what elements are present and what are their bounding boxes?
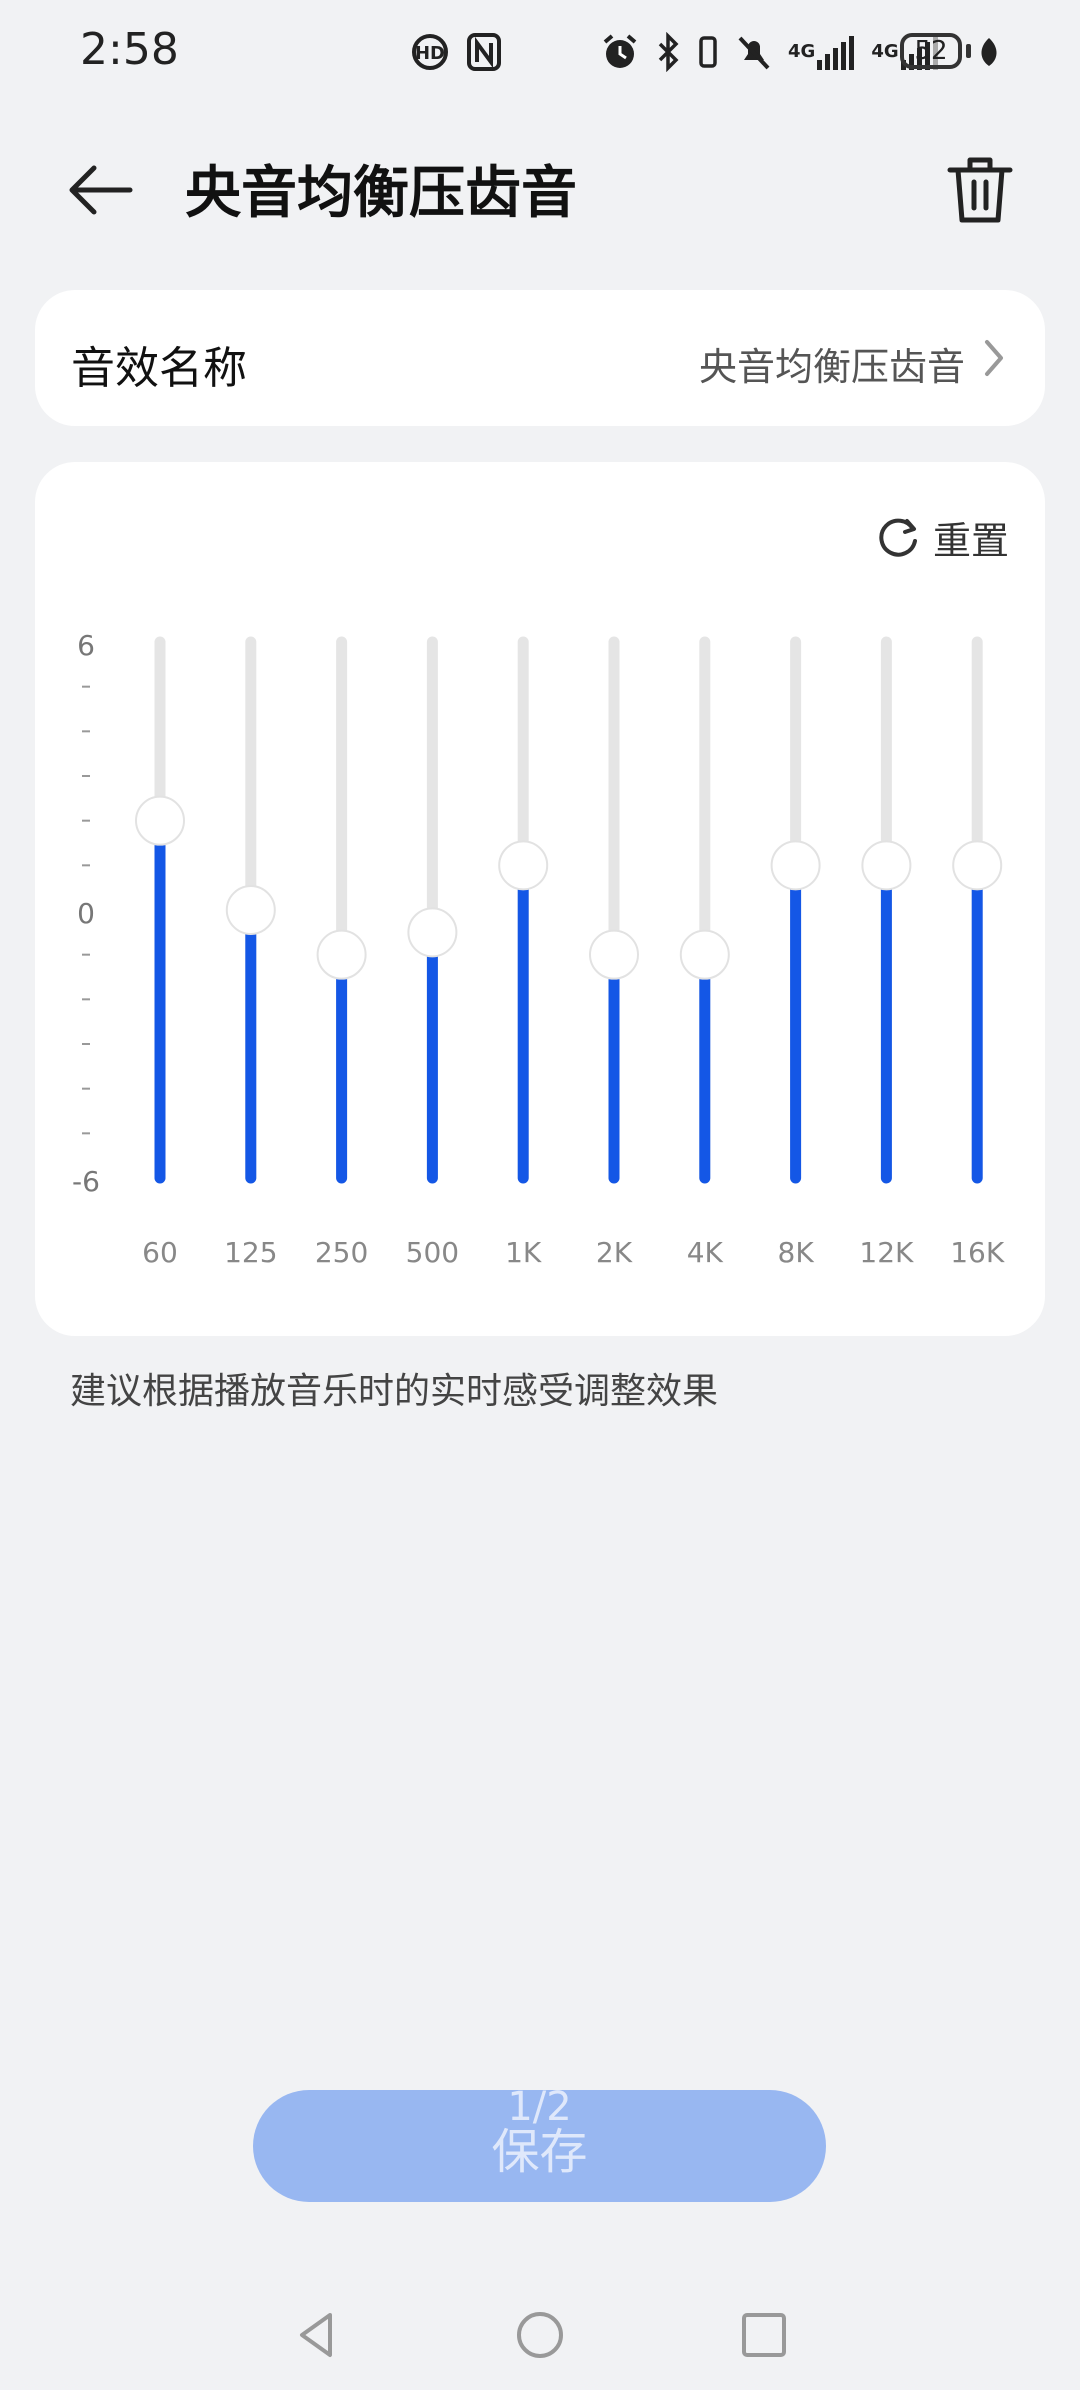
battery-tip xyxy=(966,44,971,58)
delete-button[interactable] xyxy=(940,150,1020,230)
sound-name-label: 音效名称 xyxy=(71,343,247,394)
top-app-bar: 央音均衡压齿音 xyxy=(0,130,1080,240)
eq-slider-2K[interactable]: 2K xyxy=(589,636,639,1269)
freq-label-1K: 1K xyxy=(505,1236,542,1269)
freq-label-16K: 16K xyxy=(950,1236,1005,1269)
status-left-icons: HD xyxy=(410,30,502,74)
mute-icon xyxy=(736,32,772,72)
eq-slider-4K[interactable]: 4K xyxy=(679,636,730,1269)
slider-thumb[interactable] xyxy=(861,840,912,891)
back-arrow-icon xyxy=(69,165,133,215)
save-label: 保存 xyxy=(491,2124,588,2180)
freq-label-60: 60 xyxy=(142,1236,178,1269)
freq-label-4K: 4K xyxy=(687,1236,724,1269)
y-axis-zero-label: 0 xyxy=(77,897,95,930)
slider-thumb[interactable] xyxy=(135,795,185,846)
eq-slider-60[interactable]: 60 xyxy=(135,636,185,1269)
eq-slider-12K[interactable]: 12K xyxy=(859,636,914,1269)
slider-thumb[interactable] xyxy=(952,840,1003,891)
status-right-icons: 4G 4G xyxy=(600,30,939,74)
eq-slider-125[interactable]: 125 xyxy=(224,636,278,1269)
slider-thumb[interactable] xyxy=(225,885,276,935)
bluetooth-icon xyxy=(656,32,680,72)
nav-recents-icon[interactable] xyxy=(734,2305,794,2365)
freq-label-125: 125 xyxy=(224,1236,277,1269)
slider-thumb[interactable] xyxy=(316,929,367,980)
signal-1-label: 4G xyxy=(788,41,816,62)
slider-thumb[interactable] xyxy=(770,840,821,891)
eq-slider-1K[interactable]: 1K xyxy=(498,636,549,1269)
eq-slider-8K[interactable]: 8K xyxy=(770,636,821,1269)
signal-icon: 4G xyxy=(788,32,855,72)
sound-name-row[interactable]: 音效名称 央音均衡压齿音 xyxy=(35,290,1045,426)
hd-voice-icon: HD xyxy=(410,32,450,72)
status-bar: 2:58 HD 4G 4G 52 xyxy=(0,0,1080,110)
chevron-right-icon xyxy=(985,340,1003,376)
eq-slider-250[interactable]: 250 xyxy=(315,636,368,1269)
eq-slider-500[interactable]: 500 xyxy=(406,636,459,1269)
slider-thumb[interactable] xyxy=(407,907,458,958)
alarm-icon xyxy=(600,32,640,72)
trash-icon xyxy=(947,157,1013,223)
nav-back-icon[interactable] xyxy=(288,2305,348,2365)
status-time: 2:58 xyxy=(80,24,179,75)
freq-label-12K: 12K xyxy=(859,1236,914,1269)
save-button[interactable]: 1/2 保存 xyxy=(253,2084,826,2202)
slider-thumb[interactable] xyxy=(679,929,730,980)
y-axis-max-label: 6 xyxy=(77,629,95,662)
nfc-icon xyxy=(466,32,502,72)
equalizer-card: 重置 6 0 -6 60 125 250 500 1K 2K 4K 8K 12K 16K xyxy=(35,462,1045,1336)
signal-2-label: 4G xyxy=(871,41,899,62)
vibrate-icon xyxy=(696,32,720,72)
freq-label-8K: 8K xyxy=(778,1236,815,1269)
freq-label-500: 500 xyxy=(406,1236,459,1269)
back-button[interactable] xyxy=(60,150,140,230)
svg-text:HD: HD xyxy=(415,43,445,64)
y-axis-min-label: -6 xyxy=(72,1165,100,1198)
slider-thumb[interactable] xyxy=(498,840,549,891)
leaf-icon xyxy=(981,38,997,66)
battery-icon: 52 xyxy=(900,33,962,69)
freq-label-2K: 2K xyxy=(596,1236,633,1269)
sound-name-value: 央音均衡压齿音 xyxy=(698,345,965,389)
eq-slider-16K[interactable]: 16K xyxy=(950,636,1005,1269)
hint-text: 建议根据播放音乐时的实时感受调整效果 xyxy=(70,1371,719,1412)
equalizer-chart: 60-6 60 125 250 500 1K 2K 4K 8K 12K 16K xyxy=(72,629,1005,1269)
nav-home-icon[interactable] xyxy=(510,2305,570,2365)
freq-label-250: 250 xyxy=(315,1236,368,1269)
slider-thumb[interactable] xyxy=(589,929,639,980)
page-title: 央音均衡压齿音 xyxy=(185,161,577,226)
navigation-bar xyxy=(0,2285,1080,2385)
